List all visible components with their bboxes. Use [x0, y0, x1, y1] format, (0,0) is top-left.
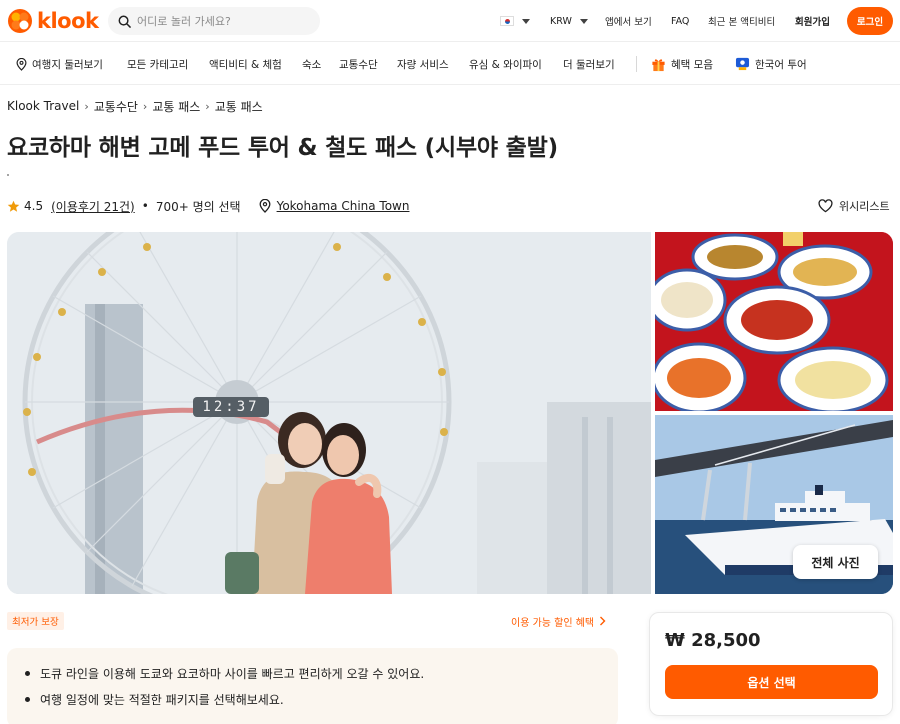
highlight-text: 도큐 라인을 이용해 도쿄와 요코하마 사이를 빠르고 편리하게 오갈 수 있어… [40, 666, 425, 681]
ferris-wheel-clock: 12:37 [193, 397, 269, 417]
product-meta: 4.5 (이용후기 21건) • 700+ 명의 선택 Yokohama Chi… [7, 196, 409, 216]
gift-icon [652, 58, 665, 71]
price-value: ₩ 28,500 [665, 630, 761, 651]
wishlist-label: 위시리스트 [839, 200, 890, 213]
location-link[interactable]: Yokohama China Town [259, 199, 410, 213]
nav-item-label: 자량 서비스 [397, 58, 449, 71]
chevron-down-icon [579, 18, 588, 24]
nav-item-label: 혜택 모음 [671, 58, 713, 71]
chinese-food-image [655, 232, 893, 411]
nav-divider [636, 56, 637, 72]
decorative-dot [7, 174, 9, 176]
breadcrumb-item[interactable]: 교통 패스 [152, 98, 200, 115]
breadcrumb-item[interactable]: Klook Travel [7, 99, 79, 113]
star-icon [7, 200, 20, 212]
breadcrumb-item[interactable]: 교통 패스 [215, 98, 263, 115]
chevron-down-icon [522, 18, 530, 24]
chevron-right-icon [600, 616, 606, 626]
bullet-icon [25, 696, 30, 702]
nav-item-label: 더 둘러보기 [563, 58, 615, 71]
booked-count: 700+ 명의 선택 [155, 199, 241, 214]
nav-item-label: 여행지 둘러보기 [32, 58, 103, 71]
nav-item-all-categories[interactable]: 모든 카테고리 [127, 43, 188, 85]
ferris-wheel-scene-image [7, 232, 651, 594]
signup-link[interactable]: 회원가입 [795, 0, 830, 42]
nav-item-label: 한국어 투어 [755, 58, 807, 71]
chevron-right-icon: › [205, 99, 210, 113]
highlight-text: 여행 일정에 맞는 적절한 패키지를 선택해보세요. [40, 692, 284, 707]
highlights-box: 도큐 라인을 이용해 도쿄와 요코하마 사이를 빠르고 편리하게 오갈 수 있어… [7, 648, 618, 724]
heart-icon [818, 199, 833, 213]
klook-logo[interactable]: klook [7, 7, 99, 35]
nav-item-more[interactable]: 더 둘러보기 [563, 43, 615, 85]
korea-flag-icon [500, 16, 514, 26]
nav-item-destinations[interactable]: 여행지 둘러보기 [16, 43, 103, 85]
nav-item-label: 숙소 [302, 58, 322, 71]
nav-item-label: 액티비티 & 체험 [209, 58, 282, 71]
recently-viewed-link[interactable]: 최근 본 액티비티 [708, 0, 775, 42]
select-option-button[interactable]: 옵션 선택 [665, 665, 878, 699]
nav-item-label: 유심 & 와이파이 [469, 58, 542, 71]
booking-card: ₩ 28,500 옵션 선택 [649, 612, 893, 716]
currency-selector[interactable]: KRW [550, 0, 588, 42]
nav-item-label: 모든 카테고리 [127, 58, 189, 71]
login-button[interactable]: 로그인 [847, 7, 893, 35]
rating-value: 4.5 [24, 199, 44, 213]
klook-logo-icon [8, 9, 32, 33]
lowest-price-badge: 최저가 보장 [7, 612, 64, 630]
highlight-item: 도큐 라인을 이용해 도쿄와 요코하마 사이를 빠르고 편리하게 오갈 수 있어… [25, 660, 618, 686]
page-title: 요코하마 해변 고메 푸드 투어 & 철도 패스 (시부야 출발) [7, 135, 558, 161]
nav-item-benefits[interactable]: 혜택 모음 [651, 43, 713, 85]
location-pin-icon [16, 57, 27, 71]
search-icon [118, 15, 131, 28]
wishlist-button[interactable]: 위시리스트 [818, 196, 890, 216]
nav-item-transport[interactable]: 교통수단 [339, 43, 378, 85]
breadcrumb: Klook Travel › 교통수단 › 교통 패스 › 교통 패스 [7, 97, 263, 115]
faq-link[interactable]: FAQ [671, 0, 689, 42]
search-bar[interactable] [108, 7, 320, 35]
photo-gallery [7, 232, 893, 594]
breadcrumb-item[interactable]: 교통수단 [94, 98, 138, 115]
search-input[interactable] [137, 14, 307, 28]
reviews-link[interactable]: (이용후기 21건) [51, 198, 135, 215]
logo-wordmark: klook [37, 9, 99, 33]
separator-bullet: • [141, 199, 149, 213]
nav-item-sim-wifi[interactable]: 유심 & 와이파이 [469, 43, 542, 85]
chevron-right-icon: › [142, 99, 148, 113]
nav-item-car-service[interactable]: 자량 서비스 [397, 43, 449, 85]
discount-benefits-link[interactable]: 이용 가능 할인 혜택 [511, 612, 606, 630]
korean-tour-icon [735, 57, 750, 71]
view-all-photos-button[interactable]: 전체 사진 [793, 545, 878, 579]
language-selector[interactable] [500, 0, 530, 42]
signup-label: 회원가입 [795, 17, 830, 28]
discount-link-label: 이용 가능 할인 혜택 [511, 617, 595, 629]
recently-viewed-label: 최근 본 액티비티 [708, 17, 776, 28]
nav-item-label: 교통수단 [339, 58, 378, 71]
highlight-item: 여행 일정에 맞는 적절한 패키지를 선택해보세요. [25, 686, 618, 712]
nav-item-hotels[interactable]: 숙소 [302, 43, 321, 85]
bullet-icon [25, 670, 30, 676]
faq-label: FAQ [671, 15, 690, 27]
food-photo[interactable] [655, 232, 893, 411]
location-pin-icon [259, 199, 271, 213]
app-link-label: 앱에서 보기 [605, 17, 652, 28]
main-photo[interactable] [7, 232, 651, 594]
nav-item-activities[interactable]: 액티비티 & 체험 [209, 43, 282, 85]
app-link[interactable]: 앱에서 보기 [605, 0, 652, 42]
location-label: Yokohama China Town [276, 199, 410, 213]
currency-label: KRW [550, 15, 572, 27]
top-header: klook KRW 앱에서 보기 FAQ 최근 본 액티비티 회원가입 로그인 [0, 0, 900, 42]
nav-item-korean-tour[interactable]: 한국어 투어 [735, 43, 807, 85]
category-nav: 여행지 둘러보기 모든 카테고리 액티비티 & 체험 숙소 교통수단 자량 서비… [0, 43, 900, 85]
chevron-right-icon: › [84, 99, 89, 113]
